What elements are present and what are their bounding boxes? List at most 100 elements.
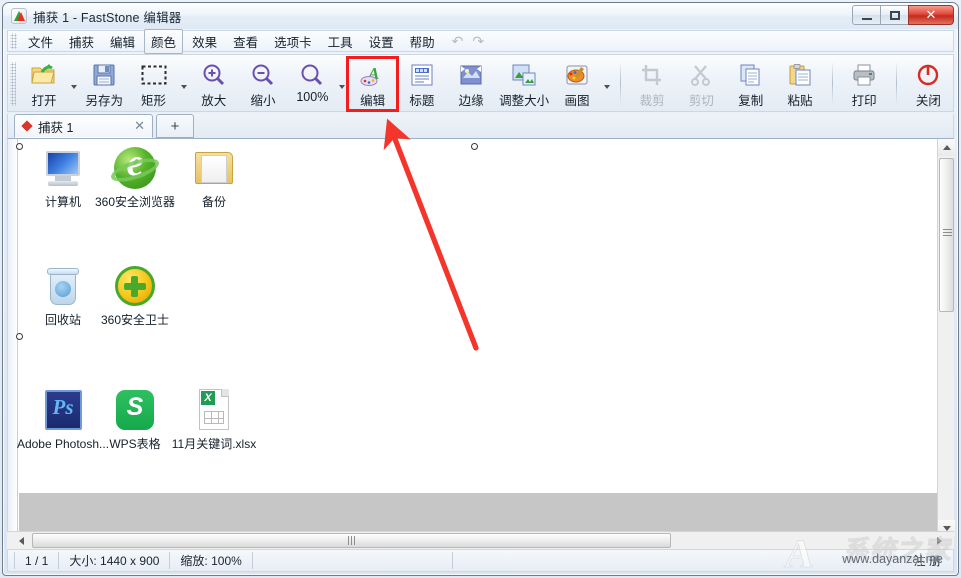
toolbar-label-open: 打开 <box>31 94 57 108</box>
menu-item-effects[interactable]: 效果 <box>185 29 224 54</box>
toolbar-button-edge[interactable]: 边缘 <box>447 58 496 110</box>
menu-item-tabs[interactable]: 选项卡 <box>267 29 319 54</box>
toolbar-separator-2 <box>831 61 833 105</box>
close-button[interactable]: ✕ <box>908 5 954 25</box>
toolbar-label-paint: 画图 <box>564 94 590 108</box>
status-zoom-level: 缩放: 100% <box>170 552 253 569</box>
menu-item-edit[interactable]: 编辑 <box>103 29 142 54</box>
captured-image[interactable]: 计算机 360安全浏览器 备份 <box>17 139 939 493</box>
desktop-icon-360-guard: 360安全卫士 <box>87 263 183 328</box>
toolbar-dropdown-open[interactable] <box>69 58 80 110</box>
toolbar-dropdown-zoom[interactable] <box>337 58 348 110</box>
desktop-icon-xlsx-file: X 11月关键词.xlsx <box>166 387 262 452</box>
copy-icon <box>739 61 763 89</box>
selection-handle-middle-left[interactable] <box>16 333 23 340</box>
xlsx-file-icon: X <box>191 387 237 433</box>
horizontal-scroll-thumb[interactable] <box>32 533 671 548</box>
status-bar: 1 / 1 大小: 1440 x 900 缩放: 100% 注 册 <box>7 549 954 572</box>
toolbar-label-print: 打印 <box>851 94 877 108</box>
crop-icon <box>640 61 664 89</box>
faststone-editor-window: 捕获 1 - FastStone 编辑器 ✕ 文件 捕获 编辑 颜色 效果 查看… <box>0 0 961 578</box>
toolbar-button-caption[interactable]: 标题 <box>397 58 446 110</box>
zoom-in-icon <box>202 61 226 89</box>
draw-edit-icon: A <box>360 61 386 89</box>
toolbar-grip-handle[interactable] <box>10 62 17 106</box>
toolbar-button-rectangle[interactable]: 矩形 <box>129 58 178 110</box>
toolbar-button-draw-edit[interactable]: A 编辑 <box>345 56 400 112</box>
toolbar-label-paste: 粘贴 <box>787 94 813 108</box>
redo-icon[interactable]: ↷ <box>472 33 484 50</box>
tab-marker-icon <box>21 120 33 132</box>
vertical-scroll-thumb[interactable] <box>939 158 954 312</box>
printer-icon <box>852 61 876 89</box>
open-folder-icon <box>31 61 57 89</box>
zoom-out-icon <box>251 61 275 89</box>
scroll-right-button[interactable] <box>931 532 948 549</box>
toolbar-label-caption: 标题 <box>409 94 435 108</box>
360-shield-icon <box>112 263 158 309</box>
toolbar-button-zoom-out[interactable]: 缩小 <box>238 58 287 110</box>
toolbar-button-save-as[interactable]: 另存为 <box>80 58 129 110</box>
window-title: 捕获 1 - FastStone 编辑器 <box>33 10 182 25</box>
toolbar-button-crop[interactable]: 裁剪 <box>628 58 677 110</box>
menu-bar: 文件 捕获 编辑 颜色 效果 查看 选项卡 工具 设置 帮助 ↶ ↷ <box>7 28 954 54</box>
menu-item-file[interactable]: 文件 <box>21 29 60 54</box>
toolbar-button-paste[interactable]: 粘贴 <box>775 58 824 110</box>
menu-item-help[interactable]: 帮助 <box>403 29 442 54</box>
image-canvas[interactable]: 计算机 360安全浏览器 备份 <box>7 139 954 537</box>
toolbar-label-copy: 复制 <box>738 94 764 108</box>
toolbar-dropdown-paint[interactable] <box>602 58 613 110</box>
tab-capture-1[interactable]: 捕获 1 ✕ <box>14 114 153 138</box>
toolbar-label-resize: 调整大小 <box>499 94 550 108</box>
toolbar-button-cut[interactable]: 剪切 <box>677 58 726 110</box>
chevron-left-icon <box>19 536 24 545</box>
edge-effect-icon <box>459 61 483 89</box>
tab-strip: 捕获 1 ✕ + <box>7 114 954 139</box>
toolbar-button-zoom-actual[interactable]: 100% <box>288 58 337 110</box>
tab-close-icon[interactable]: ✕ <box>134 118 145 134</box>
maximize-button[interactable] <box>880 5 909 25</box>
toolbar-label-draw-edit: 编辑 <box>360 94 386 108</box>
toolbar-label-zoom-out: 缩小 <box>250 94 276 108</box>
toolbar-button-zoom-in[interactable]: 放大 <box>189 58 238 110</box>
window-controls: ✕ <box>852 5 954 25</box>
paste-icon <box>788 61 812 89</box>
computer-icon <box>40 145 86 191</box>
toolbar-button-paint[interactable]: 画图 <box>552 58 601 110</box>
horizontal-scrollbar[interactable] <box>7 531 954 549</box>
selection-handle-top-center[interactable] <box>471 143 478 150</box>
scroll-up-button[interactable] <box>938 139 955 156</box>
vertical-scrollbar[interactable] <box>937 139 955 537</box>
toolbar-button-resize[interactable]: 调整大小 <box>496 58 553 110</box>
menu-item-settings[interactable]: 设置 <box>362 29 401 54</box>
toolbar-button-open[interactable]: 打开 <box>19 58 68 110</box>
minimize-button[interactable] <box>852 5 881 25</box>
toolbar-button-copy[interactable]: 复制 <box>726 58 775 110</box>
undo-redo-group: ↶ ↷ <box>452 33 484 50</box>
menu-item-tools[interactable]: 工具 <box>321 29 360 54</box>
recycle-bin-icon <box>40 263 86 309</box>
undo-icon[interactable]: ↶ <box>452 33 464 50</box>
toolbar-separator-1 <box>619 61 621 105</box>
toolbar-label-crop: 裁剪 <box>639 94 665 108</box>
toolbar-button-print[interactable]: 打印 <box>840 58 889 110</box>
menu-item-view[interactable]: 查看 <box>226 29 265 54</box>
caption-icon <box>410 61 434 89</box>
power-close-icon <box>916 61 940 89</box>
menu-item-capture[interactable]: 捕获 <box>62 29 101 54</box>
desktop-icon-label: 备份 <box>201 195 226 209</box>
toolbar-button-close-image[interactable]: 关闭 <box>904 58 953 110</box>
menu-grip-handle[interactable] <box>10 33 17 49</box>
main-toolbar: 打开 另存为 矩形 放大 缩小 100% A 编辑 标题 边缘 调整大小 画图 … <box>7 54 954 112</box>
scroll-left-button[interactable] <box>13 532 30 549</box>
toolbar-label-rectangle: 矩形 <box>141 94 167 108</box>
toolbar-label-cut: 剪切 <box>688 94 714 108</box>
selection-handle-top-left[interactable] <box>16 143 23 150</box>
chevron-right-icon <box>937 536 942 545</box>
photoshop-icon: Ps <box>40 387 86 433</box>
menu-item-color[interactable]: 颜色 <box>144 28 184 54</box>
new-tab-button[interactable]: + <box>156 114 194 138</box>
toolbar-dropdown-rectangle[interactable] <box>178 58 189 110</box>
watermark-url: www.dayanzai.me <box>842 552 943 566</box>
title-bar: 捕获 1 - FastStone 编辑器 ✕ <box>3 3 958 29</box>
